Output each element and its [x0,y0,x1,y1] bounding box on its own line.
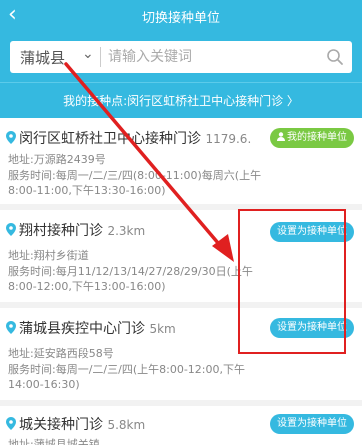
annotation-arrow [64,62,234,262]
